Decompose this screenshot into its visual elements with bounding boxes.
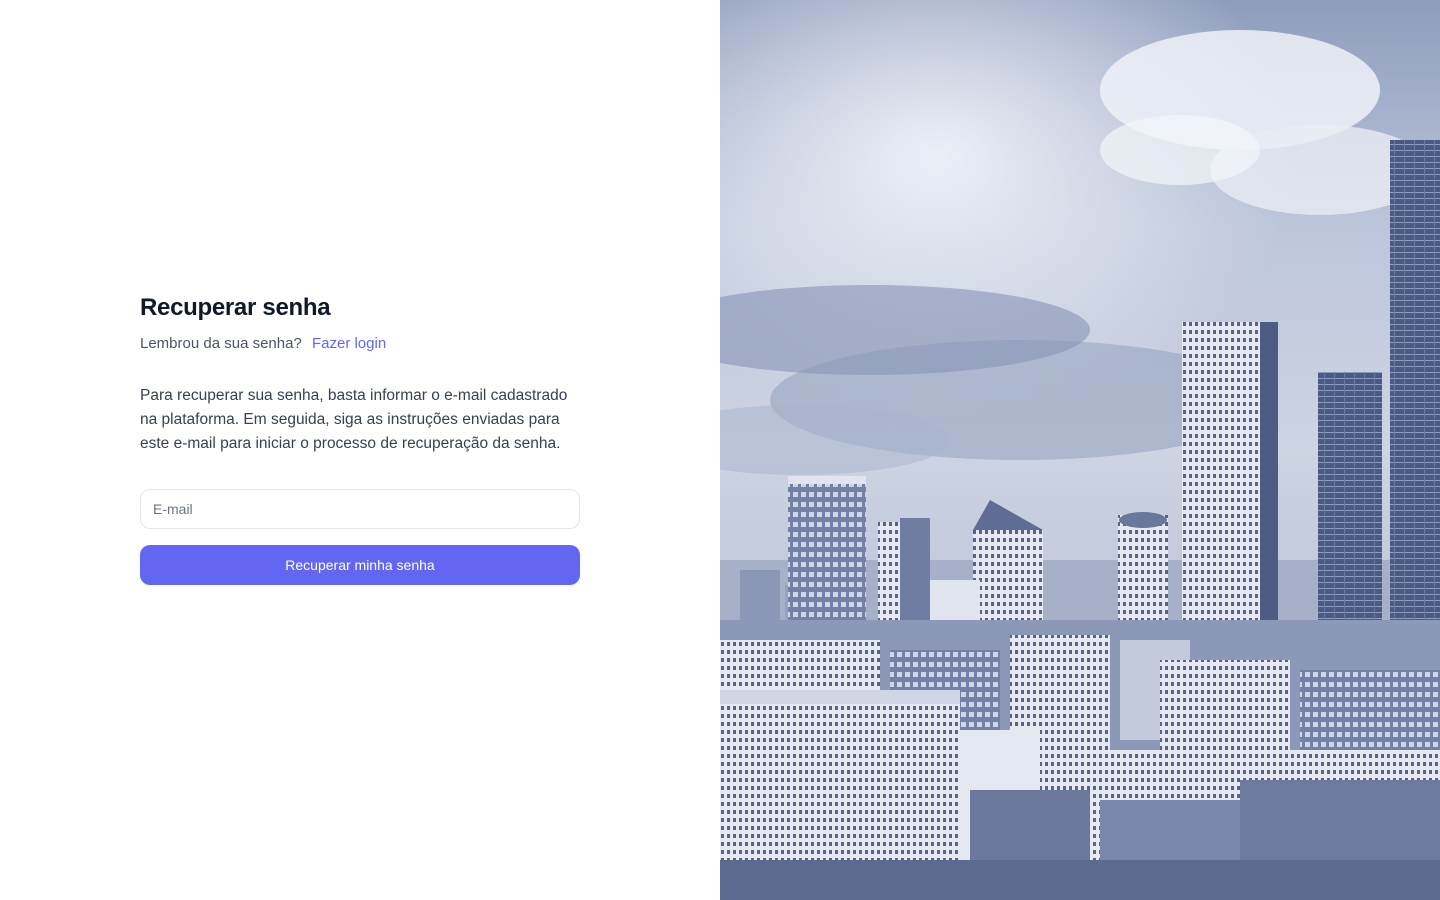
login-link[interactable]: Fazer login — [312, 335, 386, 352]
recover-password-button[interactable]: Recuperar minha senha — [140, 545, 580, 585]
instructions-text: Para recuperar sua senha, basta informar… — [140, 387, 568, 452]
email-field[interactable] — [140, 489, 580, 529]
login-prompt: Lembrou da sua senha? Fazer login — [140, 332, 580, 356]
page-title: Recuperar senha — [140, 294, 331, 321]
recover-password-form: Recuperar senha Lembrou da sua senha? Fa… — [140, 292, 580, 585]
page: Recuperar senha Lembrou da sua senha? Fa… — [0, 0, 1440, 900]
hero-image — [720, 0, 1440, 900]
form-panel: Recuperar senha Lembrou da sua senha? Fa… — [0, 0, 720, 900]
city-skyline-image — [720, 0, 1440, 900]
remember-text: Lembrou da sua senha? — [140, 335, 302, 352]
